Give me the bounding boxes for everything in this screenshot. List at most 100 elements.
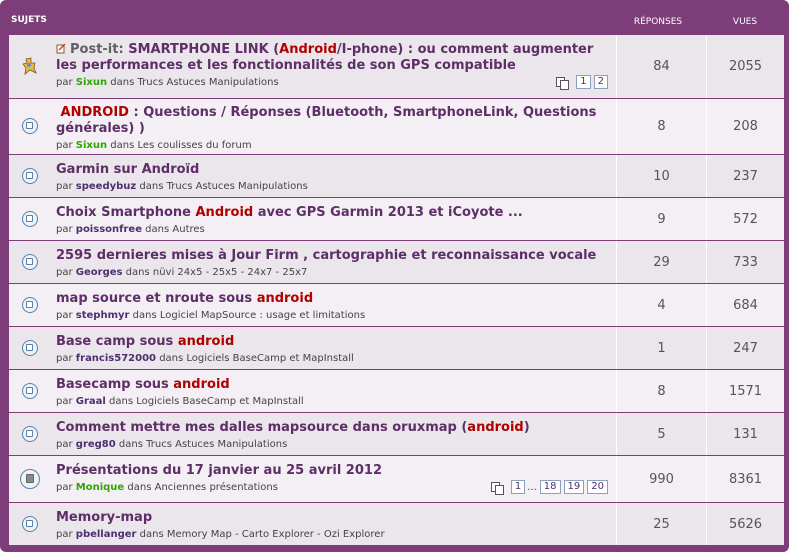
pagination-ellipsis: ... bbox=[527, 481, 537, 493]
reply-count: 4 bbox=[657, 297, 666, 313]
view-count: 684 bbox=[733, 297, 758, 313]
reply-count: 25 bbox=[653, 516, 670, 532]
topic-title-link[interactable]: Garmin sur Androïd bbox=[56, 162, 601, 178]
topic-row-locked: Présentations du 17 janvier au 25 avril … bbox=[9, 456, 784, 503]
forum-link[interactable]: Autres bbox=[172, 224, 204, 235]
topic-read-icon bbox=[22, 516, 38, 532]
view-count: 237 bbox=[733, 168, 758, 184]
topic-row: Comment mettre mes dalles mapsource dans… bbox=[9, 413, 784, 456]
pages-icon bbox=[556, 76, 570, 90]
topic-read-icon bbox=[22, 118, 38, 134]
reply-count: 84 bbox=[653, 59, 670, 74]
view-count: 8361 bbox=[728, 471, 763, 487]
topic-row: ANDROID : Questions / Réponses (Bluetoot… bbox=[9, 99, 784, 155]
topic-meta: par speedybuz dans Trucs Astuces Manipul… bbox=[56, 181, 308, 192]
view-count: 131 bbox=[733, 426, 758, 442]
pagination: 1 ... 18 19 20 bbox=[490, 480, 608, 495]
page-link[interactable]: 20 bbox=[587, 480, 608, 494]
header-replies: RÉPONSES bbox=[633, 17, 683, 27]
author-link[interactable]: greg80 bbox=[76, 439, 116, 450]
author-link[interactable]: Sixun bbox=[76, 77, 107, 88]
forum-link[interactable]: Anciennes présentations bbox=[155, 482, 278, 493]
topic-row: 2595 dernieres mises à Jour Firm , carto… bbox=[9, 241, 784, 284]
topic-meta: par poissonfree dans Autres bbox=[56, 224, 205, 235]
topic-meta: par pbellanger dans Memory Map - Carto E… bbox=[56, 529, 385, 540]
forum-link[interactable]: Logiciels BaseCamp et MapInstall bbox=[136, 396, 303, 407]
author-link[interactable]: pbellanger bbox=[76, 529, 137, 540]
topic-meta: par stephmyr dans Logiciel MapSource : u… bbox=[56, 310, 366, 321]
topic-title-link[interactable]: Comment mettre mes dalles mapsource dans… bbox=[56, 420, 601, 436]
pages-icon bbox=[490, 481, 504, 495]
forum-link[interactable]: Logiciels BaseCamp et MapInstall bbox=[186, 353, 353, 364]
author-link[interactable]: Georges bbox=[76, 267, 123, 278]
topic-read-icon bbox=[22, 168, 38, 184]
topic-title-link[interactable]: Choix Smartphone Android avec GPS Garmin… bbox=[56, 205, 601, 221]
topic-read-icon bbox=[22, 211, 38, 227]
view-count: 5626 bbox=[728, 516, 763, 532]
reply-count: 1 bbox=[657, 340, 666, 356]
topic-row: Choix Smartphone Android avec GPS Garmin… bbox=[9, 198, 784, 241]
topic-read-icon bbox=[22, 426, 38, 442]
topic-row: Base camp sous android par francis572000… bbox=[9, 327, 784, 370]
topic-meta: par francis572000 dans Logiciels BaseCam… bbox=[56, 353, 354, 364]
view-count: 208 bbox=[733, 119, 758, 134]
topic-meta: par Graal dans Logiciels BaseCamp et Map… bbox=[56, 396, 304, 407]
topic-read-icon bbox=[22, 383, 38, 399]
topic-read-icon bbox=[22, 340, 38, 356]
topic-title-link[interactable]: Basecamp sous android bbox=[56, 377, 601, 393]
topic-row: map source et nroute sous android par st… bbox=[9, 284, 784, 327]
topic-row: Basecamp sous android par Graal dans Log… bbox=[9, 370, 784, 413]
topic-list-header: SUJETS RÉPONSES VUES bbox=[0, 0, 789, 35]
author-link[interactable]: speedybuz bbox=[76, 181, 136, 192]
author-link[interactable]: Sixun bbox=[76, 140, 107, 151]
page-link[interactable]: 2 bbox=[593, 75, 608, 89]
topic-title-link[interactable]: Base camp sous android bbox=[56, 334, 601, 350]
topic-title-link[interactable]: map source et nroute sous android bbox=[56, 291, 601, 307]
page-link[interactable]: 18 bbox=[539, 480, 561, 494]
topic-list-panel: SUJETS RÉPONSES VUES Post-it: SMARTPHONE… bbox=[0, 0, 789, 552]
forum-link[interactable]: nüvi 24x5 - 25x5 - 24x7 - 25x7 bbox=[153, 267, 307, 278]
page-link[interactable]: 19 bbox=[563, 480, 585, 494]
header-subjects: SUJETS bbox=[11, 15, 47, 25]
reply-count: 10 bbox=[653, 168, 670, 184]
sticky-topic-icon bbox=[22, 57, 37, 75]
topic-meta: par Sixun dans Trucs Astuces Manipulatio… bbox=[56, 77, 279, 88]
reply-count: 9 bbox=[657, 211, 666, 227]
view-count: 247 bbox=[733, 340, 758, 356]
author-link[interactable]: Graal bbox=[76, 396, 106, 407]
forum-link[interactable]: Les coulisses du forum bbox=[138, 140, 252, 151]
topic-read-icon bbox=[22, 297, 38, 313]
author-link[interactable]: poissonfree bbox=[76, 224, 142, 235]
forum-link[interactable]: Memory Map - Carto Explorer - Ozi Explor… bbox=[167, 529, 385, 540]
topic-row: Garmin sur Androïd par speedybuz dans Tr… bbox=[9, 155, 784, 198]
reply-count: 8 bbox=[657, 383, 666, 399]
topic-row-sticky: Post-it: SMARTPHONE LINK (Android/I-phon… bbox=[9, 35, 784, 99]
forum-link[interactable]: Trucs Astuces Manipulations bbox=[146, 439, 287, 450]
topic-title-link[interactable]: 2595 dernieres mises à Jour Firm , carto… bbox=[56, 248, 601, 264]
postit-prefix: Post-it: bbox=[70, 42, 129, 57]
topic-meta: par Sixun dans Les coulisses du forum bbox=[56, 140, 252, 151]
author-link[interactable]: stephmyr bbox=[76, 310, 130, 321]
topic-title-link[interactable]: ANDROID : Questions / Réponses (Bluetoot… bbox=[56, 105, 601, 137]
view-count: 733 bbox=[733, 254, 758, 270]
topic-title-link[interactable]: Memory-map bbox=[56, 510, 601, 526]
author-link[interactable]: francis572000 bbox=[76, 353, 156, 364]
page-link[interactable]: 1 bbox=[576, 75, 591, 89]
forum-link[interactable]: Trucs Astuces Manipulations bbox=[167, 181, 308, 192]
reply-count: 990 bbox=[649, 471, 674, 487]
pagination: 1 2 bbox=[556, 75, 608, 90]
topic-read-icon bbox=[22, 254, 38, 270]
reply-count: 8 bbox=[657, 119, 666, 134]
author-link[interactable]: Monique bbox=[76, 482, 124, 493]
page-link[interactable]: 1 bbox=[510, 480, 526, 494]
view-count: 1571 bbox=[728, 383, 763, 399]
topic-title-link[interactable]: Post-it: SMARTPHONE LINK (Android/I-phon… bbox=[56, 42, 601, 74]
topic-meta: par Georges dans nüvi 24x5 - 25x5 - 24x7… bbox=[56, 267, 308, 278]
topic-meta: par greg80 dans Trucs Astuces Manipulati… bbox=[56, 439, 288, 450]
view-count: 2055 bbox=[728, 59, 763, 74]
forum-link[interactable]: Trucs Astuces Manipulations bbox=[138, 77, 279, 88]
topic-title-link[interactable]: Présentations du 17 janvier au 25 avril … bbox=[56, 463, 601, 479]
postit-note-icon bbox=[56, 43, 66, 54]
view-count: 572 bbox=[733, 211, 758, 227]
forum-link[interactable]: Logiciel MapSource : usage et limitation… bbox=[160, 310, 365, 321]
